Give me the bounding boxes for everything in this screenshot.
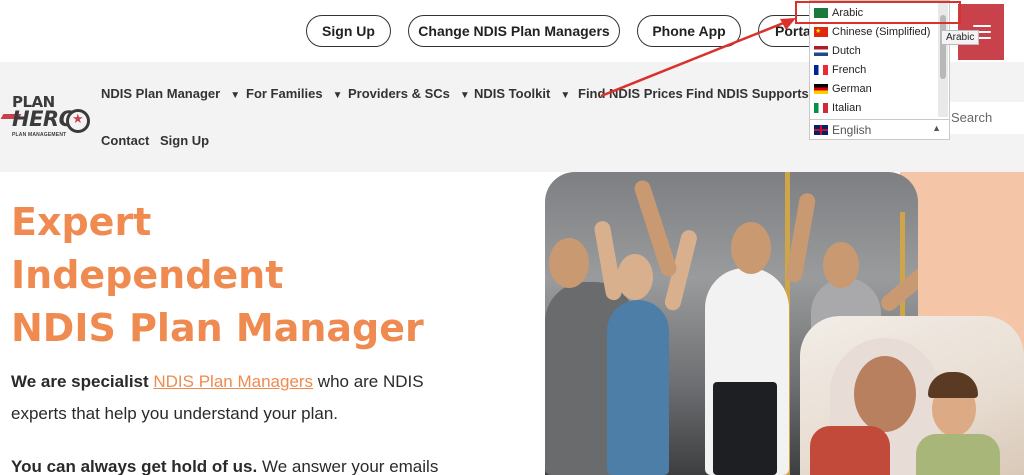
language-label: German (832, 82, 872, 95)
netherlands-flag-icon (814, 45, 828, 56)
uk-flag-icon (814, 124, 828, 135)
language-label: Italian (832, 101, 862, 114)
annotation-highlight-box (795, 1, 961, 24)
language-option-french[interactable]: French (810, 60, 948, 79)
language-select-value: English (832, 122, 872, 137)
italy-flag-icon (814, 102, 828, 113)
language-option-german[interactable]: German (810, 79, 948, 98)
language-tooltip: Arabic (941, 30, 980, 45)
language-option-italian[interactable]: Italian (810, 98, 948, 117)
scrollbar-thumb[interactable] (940, 15, 946, 79)
language-label: Chinese (Simplified) (832, 25, 931, 38)
china-flag-icon: ★ (814, 26, 828, 37)
language-select[interactable]: English ▲ (809, 119, 950, 140)
language-option-chinese[interactable]: ★ Chinese (Simplified) (810, 22, 948, 41)
germany-flag-icon (814, 83, 828, 94)
language-option-dutch[interactable]: Dutch (810, 41, 948, 60)
france-flag-icon (814, 64, 828, 75)
chevron-up-icon: ▲ (932, 123, 941, 133)
language-label: Dutch (832, 44, 861, 57)
language-label: French (832, 63, 867, 76)
